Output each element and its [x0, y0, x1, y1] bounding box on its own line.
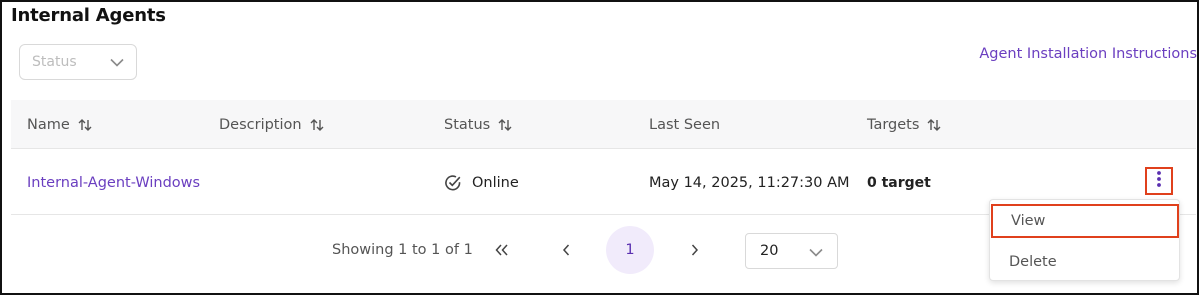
- next-page-button[interactable]: [671, 226, 719, 274]
- page-title: Internal Agents: [11, 5, 166, 26]
- sort-icon: [497, 117, 513, 133]
- agent-status: Online: [444, 150, 519, 215]
- column-header-label: Status: [444, 116, 491, 133]
- column-header-description[interactable]: Description: [219, 100, 325, 149]
- more-vertical-icon: [1156, 170, 1162, 192]
- chevrons-left-icon: [495, 241, 509, 260]
- status-filter-select[interactable]: Status: [19, 44, 137, 80]
- column-header-label: Description: [219, 116, 302, 133]
- column-header-last-seen: Last Seen: [649, 100, 720, 149]
- row-actions-button[interactable]: [1145, 167, 1173, 195]
- column-header-targets[interactable]: Targets: [867, 100, 942, 149]
- first-page-button[interactable]: [478, 226, 526, 274]
- page-size-value: 20: [760, 243, 779, 259]
- column-header-name[interactable]: Name: [27, 100, 93, 149]
- agent-name-link[interactable]: Internal-Agent-Windows: [27, 150, 200, 215]
- column-header-label: Targets: [867, 116, 920, 133]
- chevron-down-icon: [110, 58, 124, 67]
- agent-status-label: Online: [472, 174, 519, 191]
- page-size-select[interactable]: 20: [745, 233, 838, 269]
- agent-targets: 0 target: [867, 174, 931, 191]
- chevron-right-icon: [691, 241, 699, 260]
- pagination-summary: Showing 1 to 1 of 1: [332, 242, 473, 258]
- agent-installation-instructions-link[interactable]: Agent Installation Instructions: [979, 46, 1197, 62]
- agent-last-seen: May 14, 2025, 11:27:30 AM: [649, 174, 850, 191]
- column-header-status[interactable]: Status: [444, 100, 513, 149]
- chevron-left-icon: [562, 241, 570, 260]
- sort-icon: [926, 117, 942, 133]
- menu-item-view[interactable]: View: [991, 204, 1179, 238]
- table-header: Name Description Status Last Seen Target…: [11, 100, 1196, 149]
- previous-page-button[interactable]: [542, 226, 590, 274]
- check-circle-icon: [444, 174, 462, 192]
- row-actions-menu: View Delete: [989, 199, 1180, 281]
- column-header-label: Last Seen: [649, 116, 721, 133]
- menu-item-delete[interactable]: Delete: [990, 244, 1181, 280]
- status-filter-placeholder: Status: [32, 54, 77, 70]
- chevron-down-icon: [809, 242, 823, 261]
- page-button-current[interactable]: 1: [606, 226, 654, 274]
- sort-icon: [309, 117, 325, 133]
- column-header-label: Name: [27, 116, 70, 133]
- sort-icon: [77, 117, 93, 133]
